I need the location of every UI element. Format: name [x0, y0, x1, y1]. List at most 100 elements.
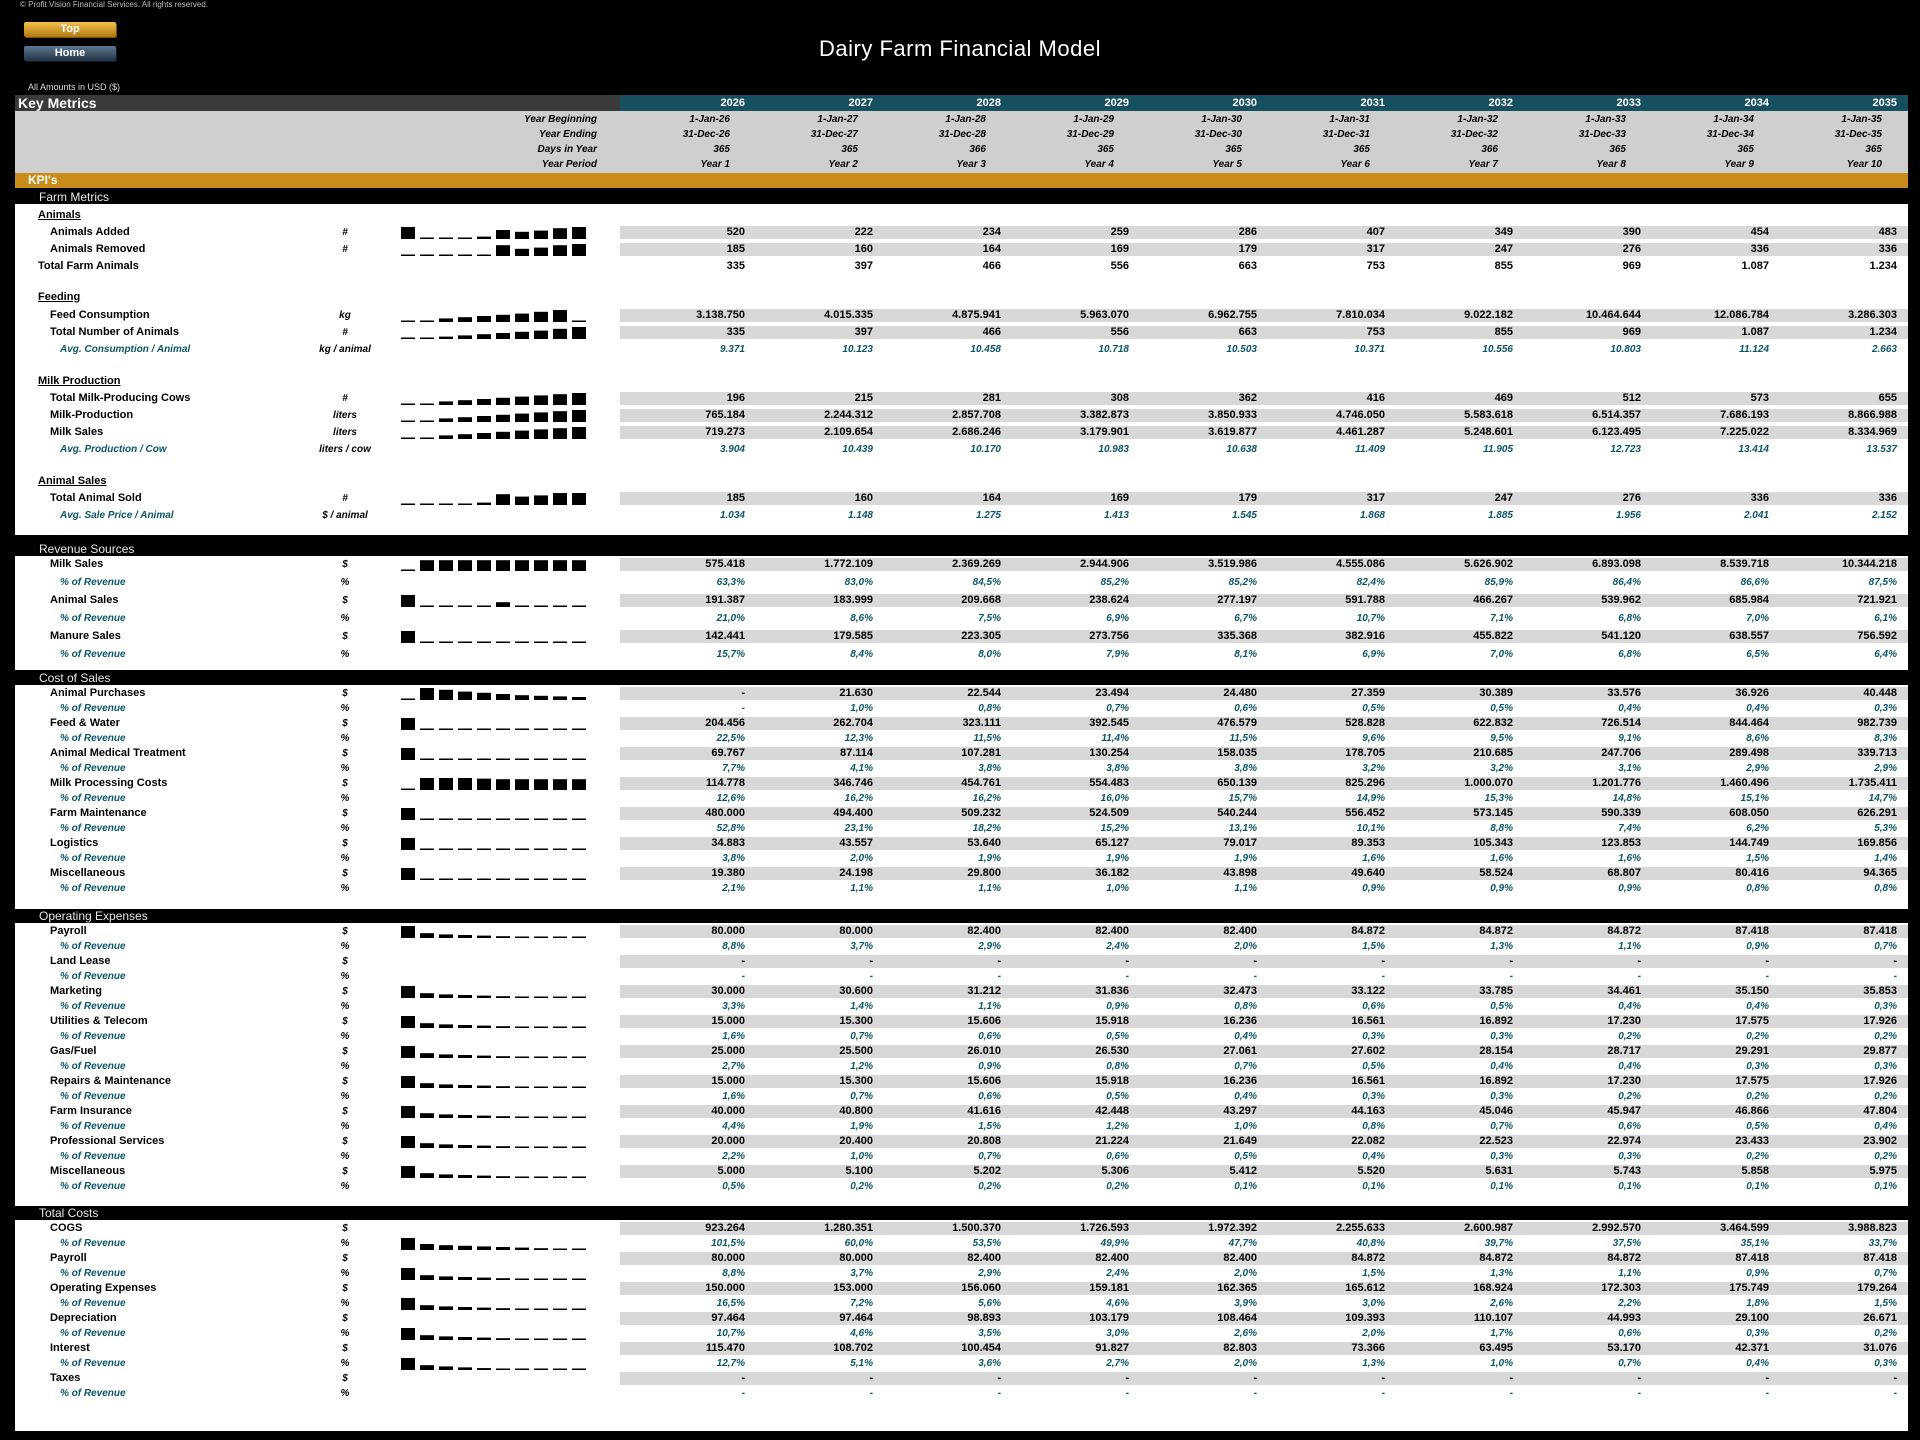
row-unit: % — [340, 613, 350, 624]
cell-value: 2.857.708 — [952, 409, 1001, 421]
cell-value: 13.414 — [1738, 444, 1769, 455]
row-label: Miscellaneous — [50, 867, 126, 879]
row-unit: $ — [342, 926, 348, 937]
row-unit: % — [340, 793, 350, 804]
table-row: % of Revenue% - - - - - - - - - - — [15, 1386, 1908, 1401]
cell-value: 97.464 — [839, 1312, 873, 1324]
cell-value: 7,1% — [1490, 613, 1513, 624]
sparkline-bar — [458, 691, 472, 700]
top-button[interactable]: Top — [24, 22, 116, 37]
cell-value: 97.464 — [711, 1312, 745, 1324]
sparkline-bar — [477, 605, 491, 607]
sparkline-bar — [515, 430, 529, 439]
cell-value: - — [1381, 955, 1385, 967]
cell-value: 10.458 — [970, 344, 1001, 355]
timeline-value: 366 — [969, 144, 986, 155]
row-unit: % — [340, 1268, 350, 1279]
cell-value: - — [1509, 955, 1513, 967]
sparkline-bar — [458, 1025, 472, 1028]
year-label: 2030 — [1232, 97, 1257, 109]
cell-value: 27.602 — [1351, 1045, 1385, 1057]
row-label: Farm Insurance — [50, 1105, 132, 1117]
timeline-value: Year 7 — [1468, 159, 1498, 170]
cell-value: 539.962 — [1601, 594, 1641, 606]
cell-value: 209.668 — [961, 594, 1001, 606]
sparkline-bar — [496, 230, 510, 239]
sparkline-bar — [439, 878, 453, 880]
cell-value: 3.179.901 — [1080, 426, 1129, 438]
sparkline-bar — [534, 1086, 548, 1088]
cell-value: 22.082 — [1351, 1135, 1385, 1147]
timeline-value: 31-Dec-32 — [1450, 129, 1498, 140]
row-unit: % — [340, 1061, 350, 1072]
table-row: Gas/Fuel $25.000 25.500 26.010 26.530 27.061 2… — [15, 1044, 1908, 1059]
sparkline-bar — [420, 403, 434, 405]
row-label: Animal Medical Treatment — [50, 747, 186, 759]
cell-value: 109.393 — [1345, 1312, 1385, 1324]
sparkline-bar — [420, 641, 434, 643]
cell-value: 24.480 — [1223, 687, 1257, 699]
year-label: 2028 — [976, 97, 1001, 109]
cell-value: 87.418 — [1863, 1252, 1897, 1264]
cell-value: 923.264 — [705, 1222, 745, 1234]
row-label: % of Revenue — [60, 649, 126, 660]
cell-value: 556.452 — [1345, 807, 1385, 819]
sparkline-bar — [477, 1175, 491, 1178]
cell-value: 2,9% — [1874, 763, 1897, 774]
cell-value: 0,9% — [1106, 1001, 1129, 1012]
row-label: Milk Sales — [50, 558, 104, 570]
cell-value: 7.810.034 — [1336, 309, 1385, 321]
row-unit: liters / cow — [319, 444, 371, 455]
sparkline-bar — [420, 503, 434, 505]
row-label: % of Revenue — [60, 1031, 126, 1042]
section-cost-of-sales: Cost of Sales Animal Purchases $ - 21.630 22.… — [15, 671, 1908, 909]
sparkline-bar — [477, 818, 491, 820]
sparkline-bar — [420, 605, 434, 607]
timeline-label: Year Ending — [539, 129, 597, 140]
cell-value: 82.400 — [1223, 925, 1257, 937]
sparkline-bar — [420, 1335, 434, 1340]
row-unit: % — [340, 883, 350, 894]
cell-value: - — [741, 687, 745, 699]
cell-value: 3.904 — [719, 444, 745, 455]
cell-value: 455.822 — [1473, 630, 1513, 642]
table-row: % of Revenue% 8,8% 3,7% 2,9% 2,4% 2,0% 1,5% 1,3… — [15, 1266, 1908, 1281]
table-row: Land Lease $ - - - - - - - - - - — [15, 954, 1908, 969]
table-row: Total Milk-Producing Cows #196 215 281 308 36… — [15, 391, 1908, 406]
cell-value: - — [997, 1388, 1001, 1399]
sparkline-chart — [401, 778, 586, 790]
cell-value: 346.746 — [833, 777, 873, 789]
cell-value: 7.686.193 — [1720, 409, 1769, 421]
sparkline-bar — [401, 1238, 415, 1250]
sparkline-chart — [401, 427, 586, 439]
cell-value: 172.303 — [1601, 1282, 1641, 1294]
row-label: Feeding — [38, 291, 81, 303]
cell-value: 0,4% — [1746, 1001, 1769, 1012]
sparkline-bar — [553, 848, 567, 850]
cell-value: 80.000 — [839, 1252, 873, 1264]
sparkline-bar — [477, 502, 491, 505]
sparkline-bar — [496, 1056, 510, 1058]
cell-value: 142.441 — [705, 630, 745, 642]
cell-value: 84.872 — [1351, 1252, 1385, 1264]
cell-value: 336 — [1750, 492, 1769, 504]
timeline-label: Year Beginning — [524, 114, 597, 125]
cell-value: 8,6% — [850, 613, 873, 624]
sparkline-bar — [572, 848, 586, 850]
cell-value: 3.988.823 — [1848, 1222, 1897, 1234]
table-row: Farm Insurance $40.000 40.800 41.616 42.448 4… — [15, 1104, 1908, 1119]
cell-value: 0,2% — [1746, 1091, 1769, 1102]
sparkline-bar — [515, 848, 529, 850]
sparkline-bar — [572, 1308, 586, 1310]
sparkline-bar — [572, 697, 586, 700]
table-row: Miscellaneous $5.000 5.100 5.202 5.306 5.412 5… — [15, 1164, 1908, 1179]
sparkline-bar — [496, 1308, 510, 1310]
cell-value: 1,5% — [1874, 1298, 1897, 1309]
cell-value: 179.264 — [1857, 1282, 1897, 1294]
cell-value: 89.353 — [1351, 837, 1385, 849]
cell-value: 1,9% — [978, 853, 1001, 864]
cell-value: 84.872 — [1479, 925, 1513, 937]
sparkline-bar — [420, 337, 434, 339]
cell-value: 82.400 — [967, 925, 1001, 937]
row-unit: % — [340, 1031, 350, 1042]
